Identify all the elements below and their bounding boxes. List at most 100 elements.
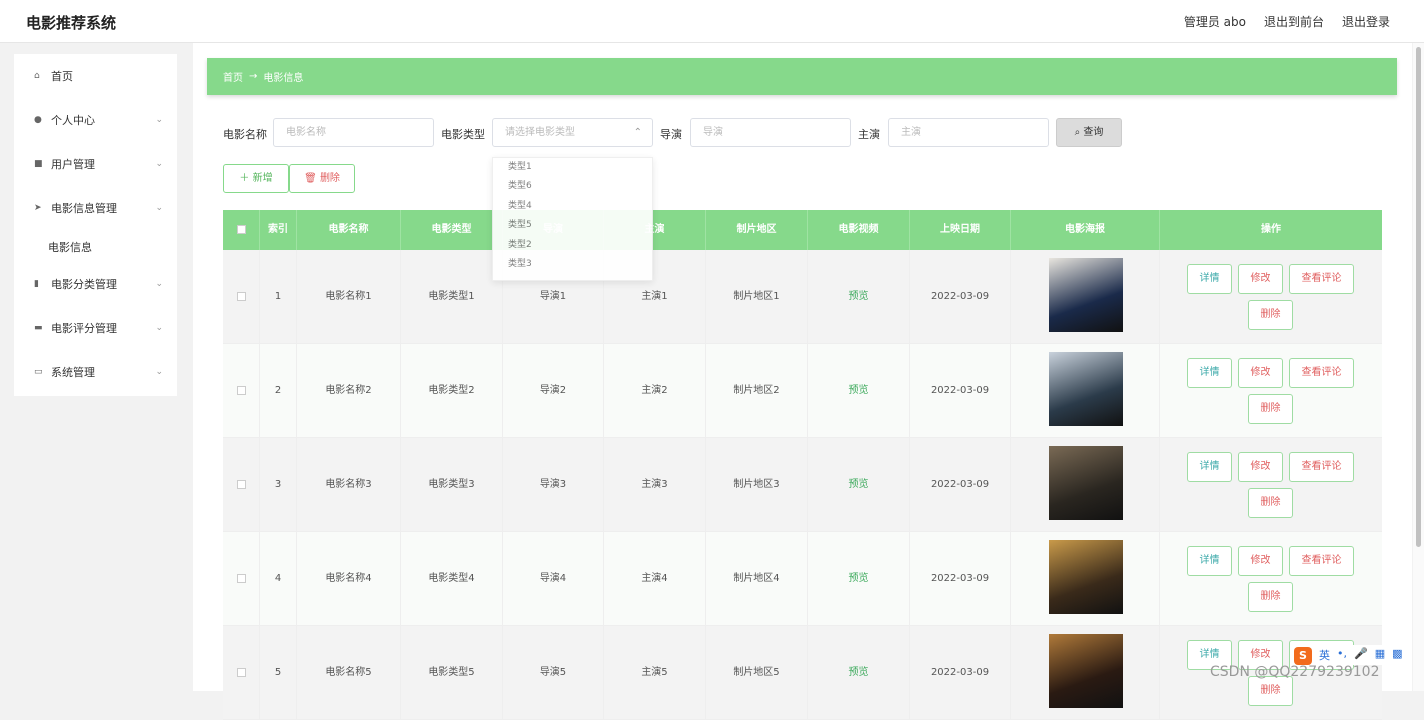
video-preview-link[interactable]: 预览	[808, 532, 910, 626]
row-checkbox[interactable]	[223, 532, 260, 626]
detail-button[interactable]: 详情	[1187, 452, 1232, 482]
edit-button[interactable]: 修改	[1238, 264, 1283, 294]
sidebar-item-movie-info[interactable]: ➤ 电影信息管理 ⌄	[14, 193, 177, 223]
logout-link[interactable]: 退出登录	[1342, 13, 1390, 30]
sidebar-item-category[interactable]: ▮ 电影分类管理 ⌄	[14, 269, 177, 299]
director-input[interactable]: 导演	[690, 118, 851, 147]
view-review-button[interactable]: 查看评论	[1289, 358, 1354, 388]
table-row: 1 电影名称1 电影类型1 导演1 主演1 制片地区1 预览 2022-03-0…	[223, 250, 1382, 344]
delete-button[interactable]: 删除	[1248, 676, 1293, 706]
dropdown-option[interactable]: 类型5	[493, 216, 652, 235]
sidebar-item-rating[interactable]: ▬ 电影评分管理 ⌄	[14, 313, 177, 343]
cell-actor: 主演2	[604, 344, 706, 438]
movie-poster[interactable]	[1049, 446, 1123, 520]
detail-button[interactable]: 详情	[1187, 546, 1232, 576]
movie-poster[interactable]	[1049, 352, 1123, 426]
col-name[interactable]: 电影名称	[297, 210, 401, 250]
col-poster[interactable]: 电影海报	[1011, 210, 1160, 250]
view-review-button[interactable]: 查看评论	[1289, 452, 1354, 482]
add-button[interactable]: ＋ 新增	[223, 164, 289, 193]
delete-button[interactable]: 删除	[1248, 582, 1293, 612]
chevron-down-icon: ⌄	[155, 159, 163, 169]
director-label: 导演	[660, 128, 682, 141]
sidebar-subitem-movie-info[interactable]: 电影信息	[48, 239, 92, 255]
chevron-down-icon: ⌄	[155, 203, 163, 213]
sidebar-item-home[interactable]: ⌂ 首页	[14, 61, 177, 91]
dropdown-option[interactable]: 类型2	[493, 236, 652, 255]
cell-region: 制片地区1	[706, 250, 808, 344]
cell-director: 导演3	[503, 438, 604, 532]
dropdown-option[interactable]: 类型6	[493, 177, 652, 196]
delete-button[interactable]: 删除	[1248, 300, 1293, 330]
actor-input[interactable]: 主演	[888, 118, 1049, 147]
table-header: 索引 电影名称 电影类型 导演 主演 制片地区 电影视频 上映日期 电影海报 操…	[223, 210, 1382, 250]
row-checkbox[interactable]	[223, 344, 260, 438]
cell-poster	[1011, 626, 1160, 720]
video-preview-link[interactable]: 预览	[808, 250, 910, 344]
col-date[interactable]: 上映日期	[910, 210, 1011, 250]
cell-date: 2022-03-09	[910, 438, 1011, 532]
breadcrumb-home[interactable]: 首页	[223, 69, 243, 84]
cell-name: 电影名称4	[297, 532, 401, 626]
table-row: 4 电影名称4 电影类型4 导演4 主演4 制片地区4 预览 2022-03-0…	[223, 532, 1382, 626]
movie-poster[interactable]	[1049, 540, 1123, 614]
cell-type: 电影类型2	[401, 344, 503, 438]
ime-toolbar[interactable]: S 英 •, 🎤 ▦ ▩	[1290, 645, 1407, 665]
col-index: 索引	[260, 210, 297, 250]
col-video[interactable]: 电影视频	[808, 210, 910, 250]
chevron-up-icon: ⌃	[633, 127, 642, 138]
cell-poster	[1011, 438, 1160, 532]
exit-to-front-link[interactable]: 退出到前台	[1264, 13, 1324, 30]
sidebar: ⌂ 首页 ● 个人中心 ⌄ ■ 用户管理 ⌄ ➤ 电影信息管理 ⌄ 电影信息 ▮ 电影分类管理 ⌄…	[14, 54, 177, 396]
cell-actions: 详情 修改 查看评论 删除	[1160, 438, 1382, 532]
ime-language: 英	[1319, 649, 1330, 662]
edit-button[interactable]: 修改	[1238, 358, 1283, 388]
dropdown-option[interactable]: 类型4	[493, 197, 652, 216]
delete-button[interactable]: 删除	[1248, 394, 1293, 424]
breadcrumb: 首页 → 电影信息	[207, 58, 1397, 95]
scrollbar-thumb[interactable]	[1416, 47, 1421, 547]
sidebar-item-users[interactable]: ■ 用户管理 ⌄	[14, 149, 177, 179]
detail-button[interactable]: 详情	[1187, 264, 1232, 294]
bulk-delete-button[interactable]: 🗑 删除	[289, 164, 355, 193]
select-all-checkbox[interactable]	[223, 210, 260, 250]
punctuation-icon: •,	[1337, 647, 1347, 660]
cell-region: 制片地区5	[706, 626, 808, 720]
table-row: 3 电影名称3 电影类型3 导演3 主演3 制片地区3 预览 2022-03-0…	[223, 438, 1382, 532]
actor-label: 主演	[858, 128, 880, 141]
delete-button[interactable]: 删除	[1248, 488, 1293, 518]
dropdown-option[interactable]: 类型1	[493, 158, 652, 177]
query-button[interactable]: ⌕ 查询	[1056, 118, 1122, 147]
keyboard-icon: ▦	[1374, 647, 1386, 660]
cell-actor: 主演4	[604, 532, 706, 626]
video-preview-link[interactable]: 预览	[808, 626, 910, 720]
edit-button[interactable]: 修改	[1238, 546, 1283, 576]
cell-actions: 详情 修改 查看评论 删除	[1160, 344, 1382, 438]
type-select[interactable]: 请选择电影类型 ⌃	[492, 118, 653, 147]
cell-type: 电影类型1	[401, 250, 503, 344]
sidebar-item-profile[interactable]: ● 个人中心 ⌄	[14, 105, 177, 135]
name-input[interactable]: 电影名称	[273, 118, 434, 147]
edit-button[interactable]: 修改	[1238, 452, 1283, 482]
movie-poster[interactable]	[1049, 258, 1123, 332]
vertical-scrollbar[interactable]	[1413, 43, 1424, 691]
col-type[interactable]: 电影类型	[401, 210, 503, 250]
row-checkbox[interactable]	[223, 626, 260, 720]
video-preview-link[interactable]: 预览	[808, 438, 910, 532]
detail-button[interactable]: 详情	[1187, 358, 1232, 388]
movie-poster[interactable]	[1049, 634, 1123, 708]
name-label: 电影名称	[223, 128, 267, 141]
chevron-down-icon: ⌄	[155, 279, 163, 289]
row-checkbox[interactable]	[223, 250, 260, 344]
dropdown-option[interactable]: 类型3	[493, 255, 652, 274]
chart-icon: ▬	[34, 323, 43, 333]
cell-date: 2022-03-09	[910, 626, 1011, 720]
user-icon: ●	[34, 115, 42, 125]
sidebar-item-system[interactable]: ▭ 系统管理 ⌄	[14, 357, 177, 387]
row-checkbox[interactable]	[223, 438, 260, 532]
cell-region: 制片地区3	[706, 438, 808, 532]
view-review-button[interactable]: 查看评论	[1289, 264, 1354, 294]
view-review-button[interactable]: 查看评论	[1289, 546, 1354, 576]
col-region[interactable]: 制片地区	[706, 210, 808, 250]
video-preview-link[interactable]: 预览	[808, 344, 910, 438]
